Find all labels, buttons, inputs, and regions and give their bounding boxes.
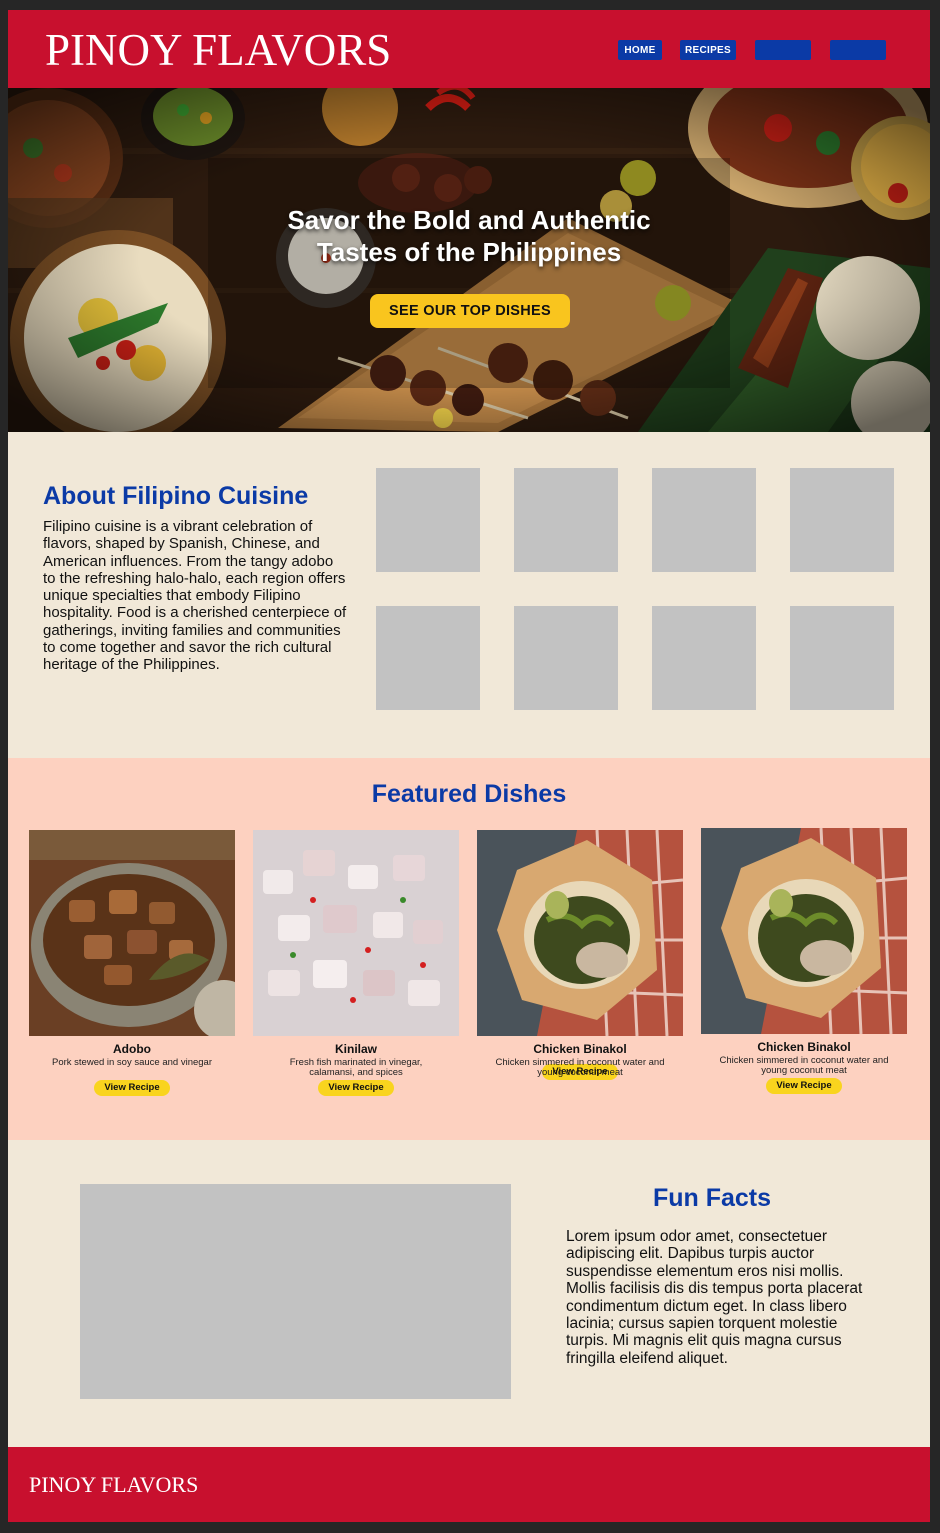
- nav-button-3[interactable]: [755, 40, 811, 60]
- nav-button-4[interactable]: [830, 40, 886, 60]
- gallery-image-placeholder: [514, 468, 618, 572]
- hero-banner: Savor the Bold and Authentic Tastes of t…: [8, 88, 930, 432]
- dish-description: Fresh fish marinated in vinegar, calaman…: [289, 1057, 423, 1078]
- view-recipe-button[interactable]: View Recipe: [766, 1078, 842, 1094]
- view-recipe-button[interactable]: View Recipe: [318, 1080, 394, 1096]
- dish-card-kinilaw: Kinilaw Fresh fish marinated in vinegar,…: [253, 830, 459, 1096]
- hero-title: Savor the Bold and Authentic Tastes of t…: [8, 204, 930, 268]
- site-header: PINOY FLAVORS HOME RECIPES: [8, 10, 930, 88]
- gallery-image-placeholder: [790, 606, 894, 710]
- gallery-image-placeholder: [514, 606, 618, 710]
- gallery-image-placeholder: [652, 468, 756, 572]
- fun-facts-text: Lorem ipsum odor amet, consectetuer adip…: [566, 1228, 863, 1367]
- fun-facts-image-placeholder: [80, 1184, 511, 1399]
- dish-name: Chicken Binakol: [533, 1042, 627, 1056]
- featured-dishes-section: Featured Dishes Adobo Pork stewed in soy…: [8, 758, 930, 1140]
- about-text: Filipino cuisine is a vibrant celebratio…: [43, 518, 347, 674]
- footer-logo[interactable]: PINOY FLAVORS: [29, 1472, 198, 1498]
- gallery-image-placeholder: [790, 468, 894, 572]
- site-logo[interactable]: PINOY FLAVORS: [45, 24, 391, 76]
- gallery-image-placeholder: [652, 606, 756, 710]
- dish-name: Chicken Binakol: [757, 1040, 851, 1054]
- featured-title: Featured Dishes: [371, 780, 567, 808]
- dish-name: Kinilaw: [334, 1042, 377, 1056]
- hero-title-line-1: Savor the Bold and Authentic: [287, 205, 651, 235]
- nav-recipes-button[interactable]: RECIPES: [680, 40, 736, 60]
- fun-facts-title: Fun Facts: [652, 1184, 772, 1212]
- dish-card-chicken-binakol-2: Chicken Binakol Chicken simmered in coco…: [701, 828, 907, 1094]
- see-top-dishes-button[interactable]: SEE OUR TOP DISHES: [370, 294, 570, 328]
- page: PINOY FLAVORS HOME RECIPES Savor the Bol…: [8, 10, 930, 1522]
- gallery-image-placeholder: [376, 606, 480, 710]
- about-title: About Filipino Cuisine: [43, 482, 309, 510]
- chicken-binakol-image: [701, 828, 907, 1034]
- nav-home-button[interactable]: HOME: [618, 40, 662, 60]
- gallery-image-placeholder: [376, 468, 480, 572]
- chicken-binakol-image: [477, 830, 683, 1036]
- dish-name: Adobo: [113, 1042, 151, 1056]
- adobo-image: [29, 830, 235, 1036]
- view-recipe-button[interactable]: View Recipe: [94, 1080, 170, 1096]
- site-footer: PINOY FLAVORS: [8, 1447, 930, 1522]
- dish-description: Pork stewed in soy sauce and vinegar: [51, 1057, 212, 1068]
- hero-title-line-2: Tastes of the Philippines: [316, 237, 622, 267]
- kinilaw-image: [253, 830, 459, 1036]
- dish-card-chicken-binakol: Chicken Binakol Chicken simmered in coco…: [477, 830, 683, 1080]
- dish-card-adobo: Adobo Pork stewed in soy sauce and vineg…: [29, 830, 235, 1096]
- dish-description: Chicken simmered in coconut water and yo…: [719, 1055, 889, 1076]
